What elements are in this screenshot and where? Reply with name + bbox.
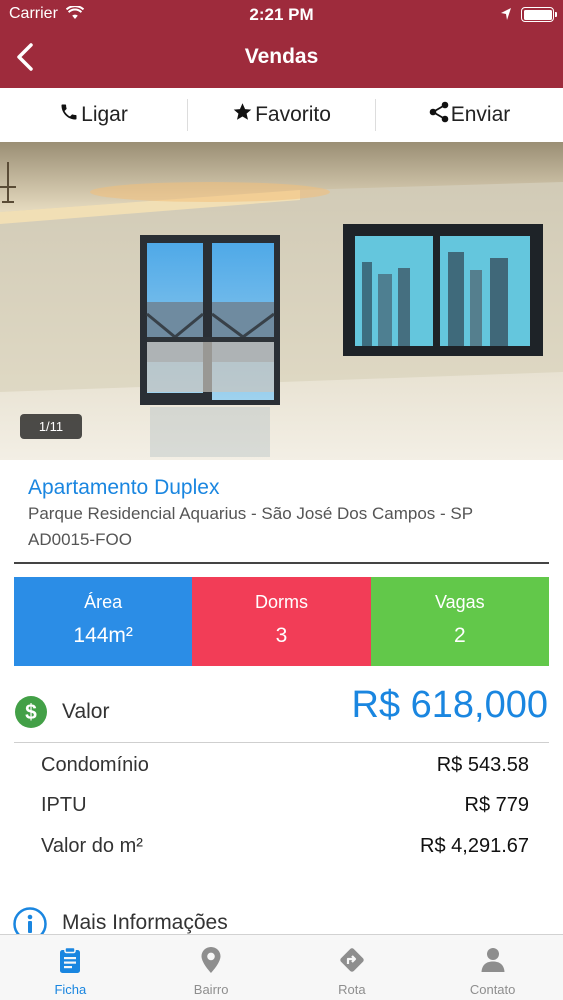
more-info-link[interactable]: Mais Informações bbox=[62, 911, 228, 935]
status-time: 2:21 PM bbox=[249, 5, 314, 24]
tab-label: Rota bbox=[338, 982, 366, 997]
property-photo[interactable] bbox=[0, 142, 563, 460]
detail-row-iptu: IPTU R$ 779 bbox=[41, 794, 529, 817]
detail-value: R$ 779 bbox=[464, 794, 530, 816]
nav-title: Vendas bbox=[244, 45, 319, 68]
stat-value: 2 bbox=[453, 624, 466, 647]
svg-text:$: $ bbox=[25, 701, 37, 724]
detail-row-valor-m2: Valor do m² R$ 4,291.67 bbox=[41, 835, 529, 858]
valor-price: R$ 618,000 bbox=[351, 684, 549, 726]
detail-value: R$ 543.58 bbox=[436, 754, 529, 776]
stat-value: 3 bbox=[275, 624, 288, 647]
tab-contato[interactable]: Contato bbox=[422, 935, 563, 1000]
tab-rota[interactable]: Rota bbox=[282, 935, 423, 1000]
stat-label: Dorms bbox=[254, 592, 308, 612]
phone-icon bbox=[59, 102, 81, 128]
detail-row-condominio: Condomínio R$ 543.58 bbox=[41, 754, 529, 777]
tab-bar: Ficha Bairro Rota Contato bbox=[0, 934, 563, 1000]
status-bar: Carrier 2:21 PM bbox=[0, 0, 563, 30]
star-icon bbox=[232, 102, 255, 128]
location-arrow-icon bbox=[500, 7, 512, 26]
stat-value: 144m² bbox=[73, 624, 133, 647]
stat-dorms: Dorms 3 bbox=[192, 577, 371, 666]
share-icon bbox=[429, 101, 451, 129]
photo-counter: 1/11 bbox=[20, 414, 82, 439]
call-label: Ligar bbox=[81, 103, 128, 126]
valor-label: Valor bbox=[62, 700, 110, 723]
detail-value: R$ 4,291.67 bbox=[420, 835, 529, 857]
map-pin-icon bbox=[200, 946, 222, 979]
stats-panel: Área 144m² Dorms 3 Vagas 2 bbox=[14, 577, 549, 666]
stat-vagas: Vagas 2 bbox=[370, 577, 549, 666]
tab-bairro[interactable]: Bairro bbox=[141, 935, 282, 1000]
listing-title: Apartamento Duplex bbox=[28, 476, 220, 499]
battery-icon bbox=[521, 7, 557, 22]
detail-label: Valor do m² bbox=[41, 835, 143, 857]
tab-ficha[interactable]: Ficha bbox=[0, 935, 141, 1000]
dollar-icon: $ bbox=[14, 695, 48, 734]
share-label: Enviar bbox=[450, 103, 511, 126]
favorite-label: Favorito bbox=[255, 103, 331, 126]
detail-label: Condomínio bbox=[41, 754, 149, 776]
stat-label: Área bbox=[84, 592, 123, 612]
clipboard-icon bbox=[57, 946, 83, 979]
stat-label: Vagas bbox=[434, 592, 485, 612]
favorite-button[interactable]: Favorito bbox=[188, 88, 375, 142]
share-button[interactable]: Enviar bbox=[376, 88, 563, 142]
action-bar: Ligar Favorito Enviar bbox=[0, 88, 563, 142]
person-icon bbox=[480, 946, 506, 979]
top-bar: Carrier 2:21 PM Vendas bbox=[0, 0, 563, 88]
detail-label: IPTU bbox=[41, 794, 87, 816]
listing-code: AD0015-FOO bbox=[28, 530, 132, 549]
stat-area: Área 144m² bbox=[14, 577, 193, 666]
tab-label: Bairro bbox=[193, 982, 229, 997]
listing-address: Parque Residencial Aquarius - São José D… bbox=[28, 504, 474, 523]
tab-label: Ficha bbox=[54, 982, 87, 997]
route-icon bbox=[338, 946, 366, 979]
tab-label: Contato bbox=[469, 982, 516, 997]
call-button[interactable]: Ligar bbox=[0, 88, 187, 142]
divider bbox=[14, 742, 549, 743]
divider bbox=[14, 562, 549, 564]
